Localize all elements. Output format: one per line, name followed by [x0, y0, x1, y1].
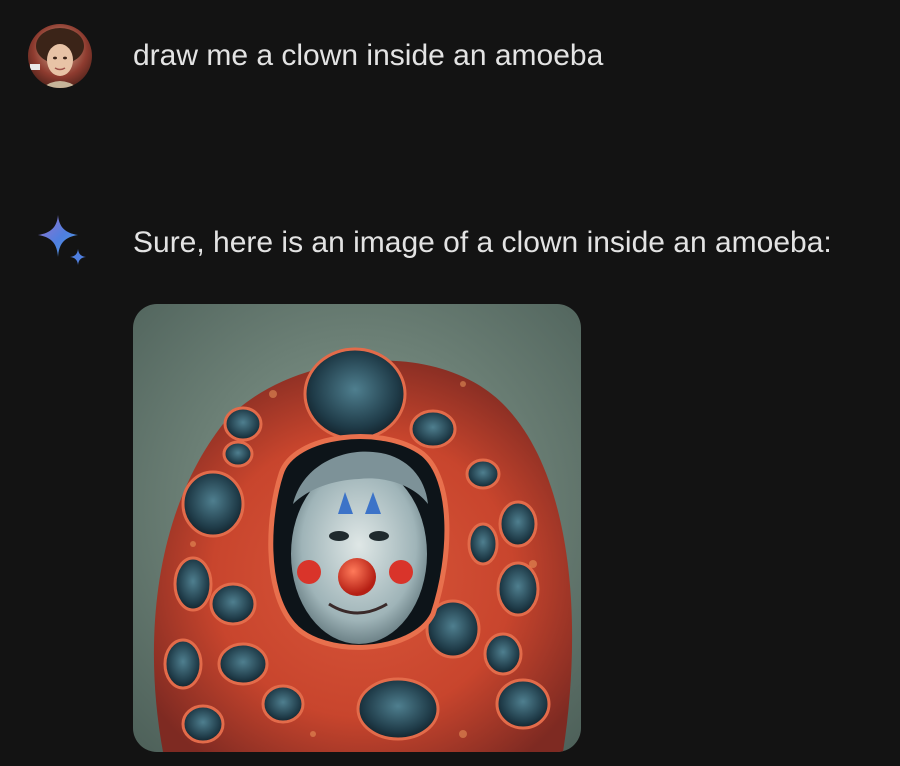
- generated-image[interactable]: [133, 304, 581, 752]
- clown-amoeba-illustration: [133, 304, 581, 752]
- sparkle-icon: [32, 213, 92, 273]
- assistant-message-text: Sure, here is an image of a clown inside…: [133, 226, 832, 259]
- avatar-image: [28, 24, 92, 88]
- user-avatar[interactable]: [28, 24, 92, 88]
- user-message-row: [28, 24, 92, 88]
- user-message-text: draw me a clown inside an amoeba: [133, 39, 604, 72]
